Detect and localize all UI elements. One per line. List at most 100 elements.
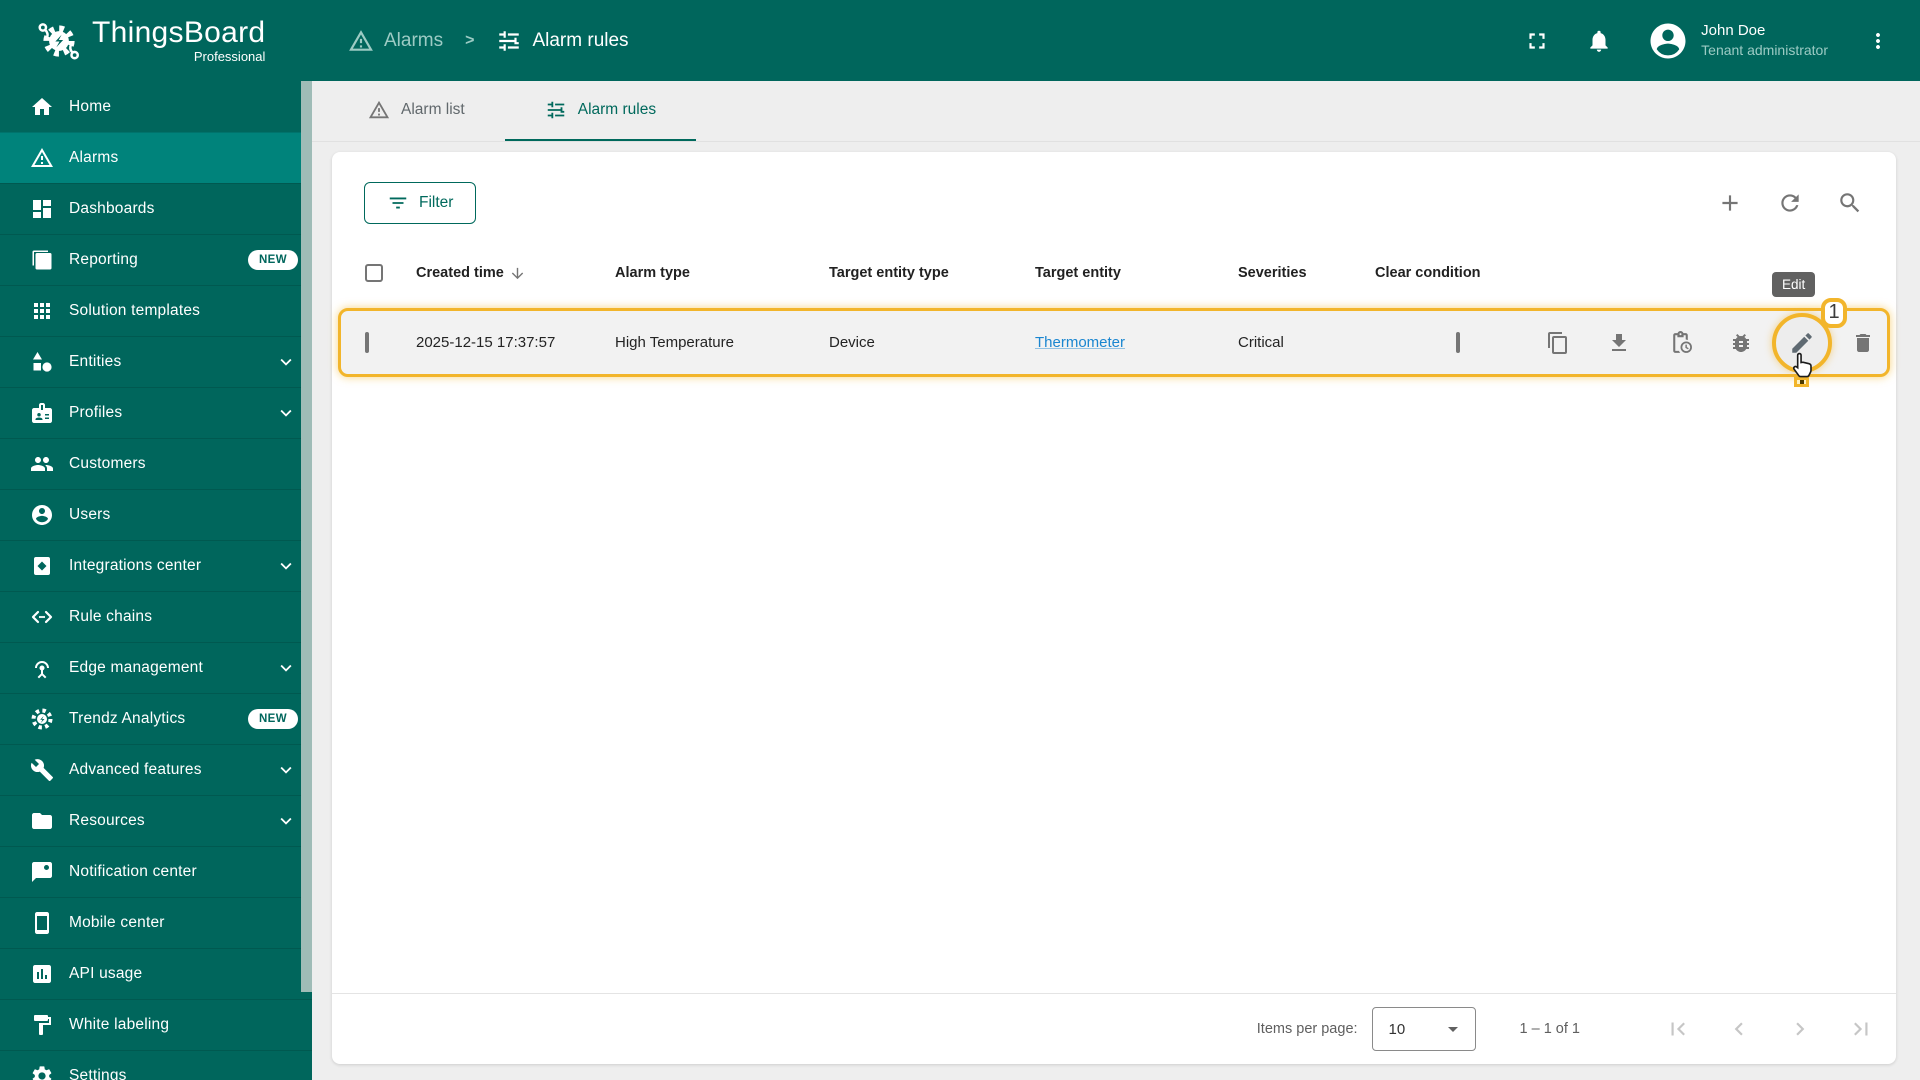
previous-page-button[interactable]: [1726, 1016, 1752, 1042]
cell-created-time: 2025-12-15 17:37:57: [416, 334, 556, 351]
sidebar-item-integrations-center[interactable]: Integrations center: [0, 540, 312, 591]
trendz-analytics-icon: [31, 708, 53, 730]
filter-button[interactable]: Filter: [364, 182, 477, 224]
column-target-entity[interactable]: Target entity: [1035, 265, 1238, 281]
sidebar-item-customers[interactable]: Customers: [0, 438, 312, 489]
column-target-entity-type[interactable]: Target entity type: [829, 265, 1035, 281]
header-actions: John Doe Tenant administrator: [1517, 18, 1920, 64]
cell-target-entity-link[interactable]: Thermometer: [1035, 334, 1238, 351]
clipboard-clock-icon: [1672, 331, 1692, 353]
users-icon: [32, 505, 52, 525]
logo[interactable]: ThingsBoard Professional: [0, 16, 312, 66]
delete-button[interactable]: [1845, 325, 1881, 361]
profiles-icon: [32, 403, 52, 423]
table-toolbar: Filter: [332, 152, 1896, 224]
logo-text: ThingsBoard Professional: [92, 17, 266, 65]
page-range-label: 1 – 1 of 1: [1519, 1021, 1580, 1037]
row-checkbox[interactable]: [365, 332, 369, 353]
chevron-down-icon: [280, 409, 292, 417]
dropdown-caret-icon: [1447, 1027, 1458, 1032]
breadcrumb-section[interactable]: Alarms: [384, 30, 443, 52]
search-button[interactable]: [1830, 183, 1870, 223]
app-subtitle: Professional: [193, 49, 266, 64]
sidebar-item-reporting[interactable]: Reporting NEW: [0, 234, 312, 285]
user-role: Tenant administrator: [1701, 42, 1828, 58]
plus-icon: [1722, 195, 1738, 211]
refresh-button[interactable]: [1770, 183, 1810, 223]
alarms-icon: [31, 148, 53, 167]
user-info[interactable]: John Doe Tenant administrator: [1701, 21, 1828, 60]
sidebar-item-alarms[interactable]: Alarms: [0, 132, 312, 183]
entities-icon: [33, 352, 52, 372]
cell-target-entity-type: Device: [829, 334, 875, 351]
sidebar-scrollbar[interactable]: [301, 81, 312, 992]
chevron-down-icon: [280, 358, 292, 366]
chevron-down-icon: [280, 817, 292, 825]
notifications-button[interactable]: [1579, 21, 1619, 61]
app-body: Home Alarms Dashboards Reporting NEW Sol…: [0, 81, 1920, 1080]
bell-icon: [1590, 30, 1608, 52]
sidebar-item-trendz-analytics[interactable]: Trendz Analytics NEW: [0, 693, 312, 744]
next-page-button[interactable]: [1787, 1016, 1813, 1042]
sidebar-item-profiles[interactable]: Profiles: [0, 387, 312, 438]
mobile-center-icon: [35, 912, 49, 934]
sidebar-item-api-usage[interactable]: API usage: [0, 948, 312, 999]
last-page-button[interactable]: [1848, 1016, 1874, 1042]
first-page-button[interactable]: [1665, 1016, 1691, 1042]
dashboards-icon: [33, 200, 51, 218]
sidebar-item-advanced-features[interactable]: Advanced features: [0, 744, 312, 795]
fullscreen-button[interactable]: [1517, 21, 1557, 61]
cell-clear-condition: [1455, 332, 1460, 353]
copy-icon: [1548, 331, 1567, 354]
cell-alarm-type: High Temperature: [615, 334, 734, 351]
column-alarm-type[interactable]: Alarm type: [615, 265, 829, 281]
sidebar-item-rule-chains[interactable]: Rule chains: [0, 591, 312, 642]
add-button[interactable]: [1710, 183, 1750, 223]
header-menu-button[interactable]: [1858, 21, 1898, 61]
sidebar-item-home[interactable]: Home: [0, 81, 312, 132]
tab-alarm-rules[interactable]: Alarm rules: [504, 81, 697, 141]
column-clear-condition[interactable]: Clear condition: [1375, 265, 1540, 281]
sidebar-item-users[interactable]: Users: [0, 489, 312, 540]
sidebar-item-notification-center[interactable]: Notification center: [0, 846, 312, 897]
tab-alarm-list[interactable]: Alarm list: [328, 81, 505, 141]
export-schedule-button[interactable]: [1662, 325, 1698, 361]
column-created-time[interactable]: Created time: [416, 265, 615, 282]
edit-tooltip: Edit: [1772, 271, 1816, 297]
tab-bar: Alarm list Alarm rules: [312, 81, 1920, 142]
copy-button[interactable]: [1540, 325, 1576, 361]
chevron-down-icon: [280, 664, 292, 672]
page-size-select[interactable]: 10: [1371, 1007, 1476, 1051]
resources-icon: [32, 813, 52, 829]
mouse-cursor-icon: [1792, 352, 1812, 377]
integrations-icon: [34, 557, 50, 575]
sidebar-item-edge-management[interactable]: Edge management: [0, 642, 312, 693]
reporting-icon: [32, 250, 52, 270]
sidebar-item-settings[interactable]: Settings: [0, 1050, 312, 1080]
avatar-icon: [1650, 23, 1686, 58]
user-avatar[interactable]: [1645, 18, 1691, 64]
select-all-checkbox[interactable]: [365, 264, 383, 282]
breadcrumb-page: Alarm rules: [532, 29, 629, 51]
table-header-row: Created time Alarm type Target entity ty…: [332, 238, 1896, 308]
column-severities[interactable]: Severities: [1238, 265, 1375, 281]
sidebar-item-white-labeling[interactable]: White labeling: [0, 999, 312, 1050]
debug-button[interactable]: [1723, 325, 1759, 361]
pagination-bar: Items per page: 10 1 – 1 of 1: [332, 993, 1896, 1064]
new-badge: NEW: [247, 709, 298, 729]
clear-condition-checkbox[interactable]: [1455, 332, 1460, 353]
edit-action-annotated: Edit 1: [1772, 271, 1847, 387]
sidebar-item-solution-templates[interactable]: Solution templates: [0, 285, 312, 336]
alarm-rules-card: Filter Created time Alarm type Target en…: [332, 152, 1896, 1064]
sidebar-item-entities[interactable]: Entities: [0, 336, 312, 387]
table-empty-space: [332, 377, 1896, 993]
api-usage-icon: [33, 965, 51, 983]
download-button[interactable]: [1601, 325, 1637, 361]
cell-severities: Critical: [1238, 334, 1284, 351]
top-header: ThingsBoard Professional Alarms > Alarm …: [0, 0, 1920, 81]
sidebar-item-mobile-center[interactable]: Mobile center: [0, 897, 312, 948]
table-row[interactable]: 2025-12-15 17:37:57 High Temperature Dev…: [338, 271, 1890, 387]
sidebar-item-dashboards[interactable]: Dashboards: [0, 183, 312, 234]
sidebar-item-resources[interactable]: Resources: [0, 795, 312, 846]
search-icon: [1840, 193, 1860, 213]
